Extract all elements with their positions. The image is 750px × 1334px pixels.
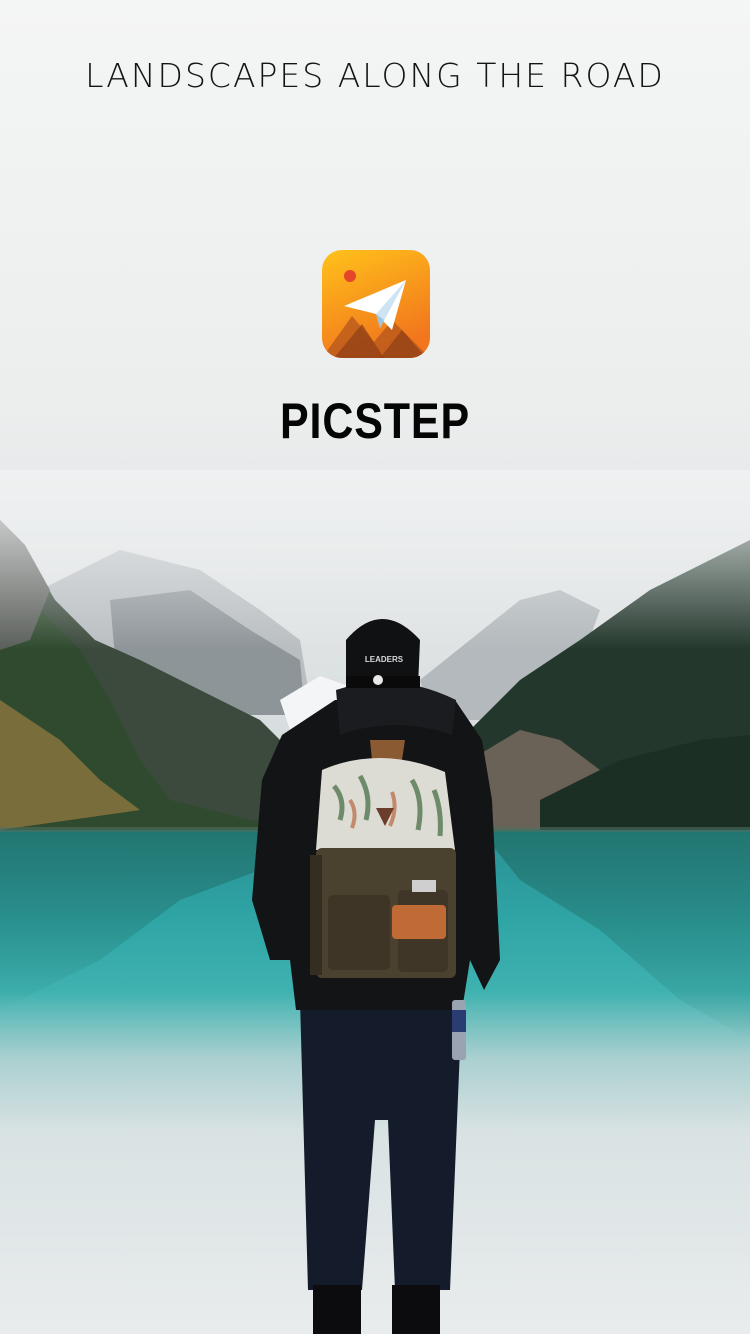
tagline: LANDSCAPES ALONG THE ROAD <box>85 56 665 95</box>
svg-text:LEADERS: LEADERS <box>365 655 404 664</box>
app-name: PICSTEP <box>279 393 471 449</box>
background-photo: LEADERS <box>0 470 750 1334</box>
splash-screen: LEADERS LANDSCAPES ALONG THE ROAD PICSTE… <box>0 0 750 1334</box>
paper-plane-mountains-icon <box>322 250 430 358</box>
